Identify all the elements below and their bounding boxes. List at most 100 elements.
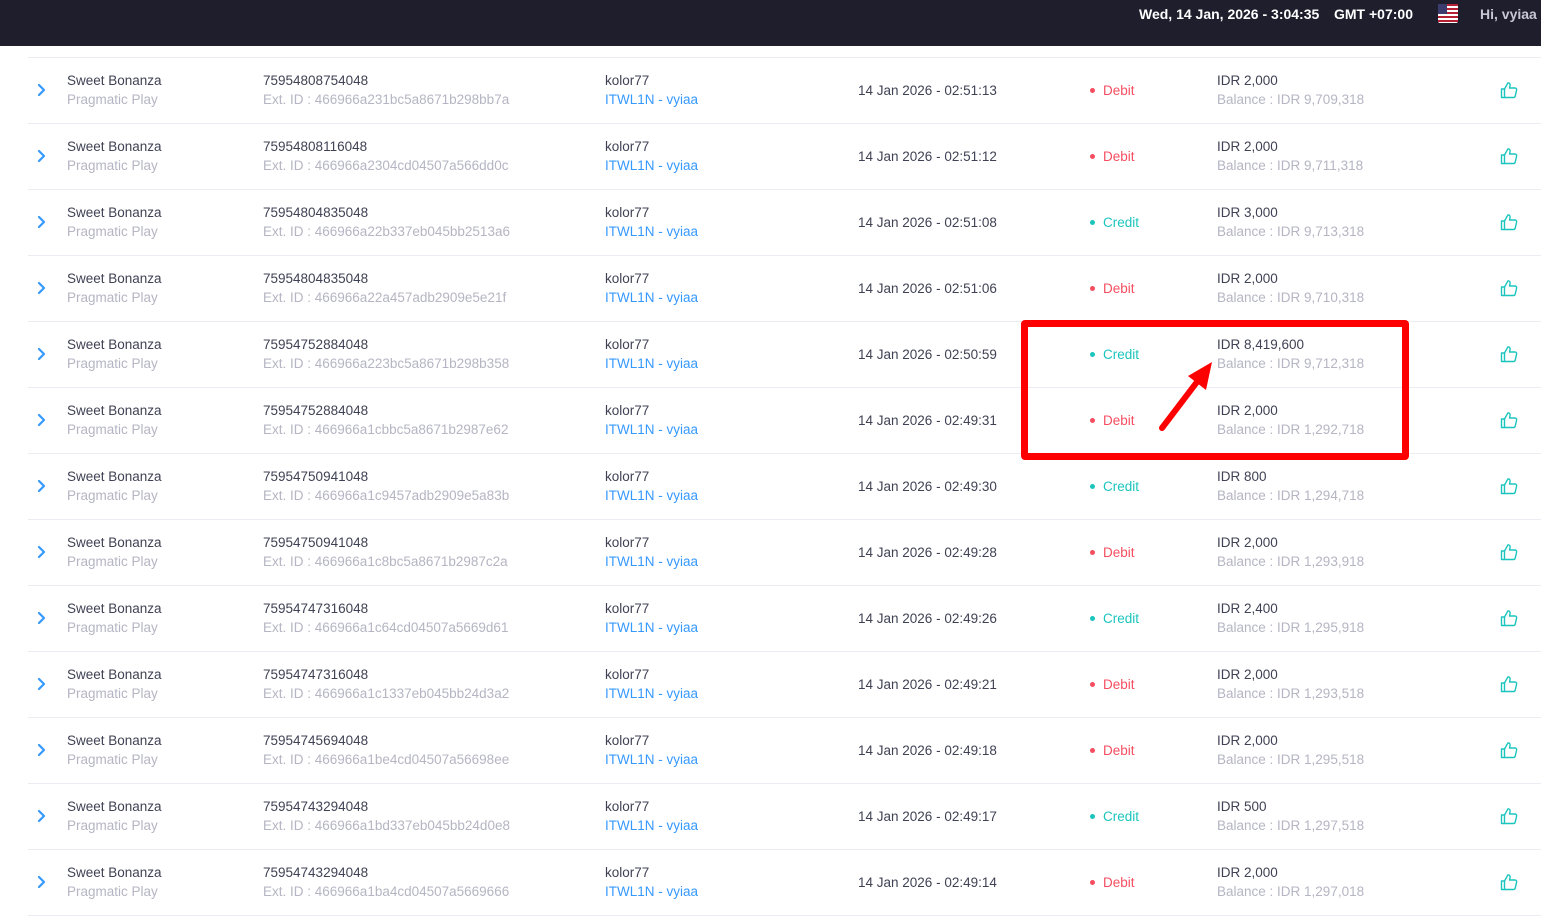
external-id: Ext. ID : 466966a2304cd04507a566dd0c (263, 158, 509, 173)
agent-link[interactable]: ITWL1N - vyiaa (605, 884, 698, 899)
transaction-type-label: Credit (1103, 611, 1140, 626)
transaction-id: 75954747316048 (263, 601, 369, 616)
thumbs-up-icon[interactable] (1500, 741, 1518, 759)
agent-link[interactable]: ITWL1N - vyiaa (605, 818, 698, 833)
player-username: kolor77 (605, 865, 650, 880)
transaction-date: 14 Jan 2026 - 02:49:28 (858, 545, 997, 560)
game-provider: Pragmatic Play (67, 686, 158, 701)
chevron-right-icon[interactable] (36, 413, 48, 427)
transaction-date: 14 Jan 2026 - 02:49:31 (858, 413, 997, 428)
chevron-right-icon[interactable] (36, 479, 48, 493)
agent-link[interactable]: ITWL1N - vyiaa (605, 422, 698, 437)
thumbs-up-icon[interactable] (1500, 81, 1518, 99)
balance-after: Balance : IDR 9,711,318 (1217, 158, 1364, 173)
game-provider: Pragmatic Play (67, 92, 158, 107)
thumbs-up-icon[interactable] (1500, 675, 1518, 693)
chevron-right-icon[interactable] (36, 545, 48, 559)
transactions-table: Sweet Bonanza Pragmatic Play 75954808754… (28, 57, 1541, 916)
game-name: Sweet Bonanza (67, 271, 162, 286)
status-dot (1090, 615, 1095, 621)
transaction-type-label: Debit (1103, 875, 1135, 890)
agent-link[interactable]: ITWL1N - vyiaa (605, 290, 698, 305)
transaction-type-label: Debit (1103, 677, 1135, 692)
table-row: Sweet Bonanza Pragmatic Play 75954745694… (28, 718, 1541, 784)
transaction-type: Credit (1090, 215, 1139, 230)
transaction-id: 75954747316048 (263, 667, 369, 682)
agent-link[interactable]: ITWL1N - vyiaa (605, 158, 698, 173)
table-row: Sweet Bonanza Pragmatic Play 75954750941… (28, 454, 1541, 520)
agent-link[interactable]: ITWL1N - vyiaa (605, 554, 698, 569)
agent-link[interactable]: ITWL1N - vyiaa (605, 620, 698, 635)
game-name: Sweet Bonanza (67, 799, 162, 814)
transaction-date: 14 Jan 2026 - 02:51:06 (858, 281, 997, 296)
transaction-type: Credit (1090, 611, 1139, 626)
external-id: Ext. ID : 466966a1c1337eb045bb24d3a2 (263, 686, 510, 701)
external-id: Ext. ID : 466966a1c64cd04507a5669d61 (263, 620, 509, 635)
agent-link[interactable]: ITWL1N - vyiaa (605, 356, 698, 371)
player-username: kolor77 (605, 733, 650, 748)
agent-link[interactable]: ITWL1N - vyiaa (605, 224, 698, 239)
thumbs-up-icon[interactable] (1500, 807, 1518, 825)
game-name: Sweet Bonanza (67, 403, 162, 418)
chevron-right-icon[interactable] (36, 611, 48, 625)
player-username: kolor77 (605, 205, 650, 220)
transaction-id: 75954804835048 (263, 205, 369, 220)
status-dot (1090, 879, 1095, 885)
transaction-type: Credit (1090, 479, 1139, 494)
thumbs-up-icon[interactable] (1500, 477, 1518, 495)
transaction-type-label: Debit (1103, 743, 1135, 758)
transaction-date: 14 Jan 2026 - 02:49:30 (858, 479, 997, 494)
agent-link[interactable]: ITWL1N - vyiaa (605, 752, 698, 767)
chevron-right-icon[interactable] (36, 875, 48, 889)
transaction-type-label: Debit (1103, 149, 1135, 164)
thumbs-up-icon[interactable] (1500, 411, 1518, 429)
chevron-right-icon[interactable] (36, 743, 48, 757)
chevron-right-icon[interactable] (36, 809, 48, 823)
thumbs-up-icon[interactable] (1500, 147, 1518, 165)
player-username: kolor77 (605, 403, 650, 418)
thumbs-up-icon[interactable] (1500, 543, 1518, 561)
table-row: Sweet Bonanza Pragmatic Play 75954804835… (28, 190, 1541, 256)
external-id: Ext. ID : 466966a1be4cd04507a56698ee (263, 752, 510, 767)
user-greeting[interactable]: Hi, vyiaa (1480, 6, 1537, 22)
balance-after: Balance : IDR 1,295,518 (1217, 752, 1365, 767)
agent-link[interactable]: ITWL1N - vyiaa (605, 92, 698, 107)
chevron-right-icon[interactable] (36, 215, 48, 229)
external-id: Ext. ID : 466966a223bc5a8671b298b358 (263, 356, 510, 371)
game-provider: Pragmatic Play (67, 356, 158, 371)
transaction-date: 14 Jan 2026 - 02:49:18 (858, 743, 997, 758)
thumbs-up-icon[interactable] (1500, 279, 1518, 297)
external-id: Ext. ID : 466966a1cbbc5a8671b2987e62 (263, 422, 509, 437)
chevron-right-icon[interactable] (36, 149, 48, 163)
transaction-id: 75954750941048 (263, 535, 369, 550)
balance-after: Balance : IDR 1,293,518 (1217, 686, 1365, 701)
transaction-type-label: Debit (1103, 83, 1135, 98)
chevron-right-icon[interactable] (36, 347, 48, 361)
chevron-right-icon[interactable] (36, 677, 48, 691)
transaction-type: Debit (1090, 545, 1135, 560)
status-dot (1090, 549, 1095, 555)
thumbs-up-icon[interactable] (1500, 345, 1518, 363)
transaction-id: 75954752884048 (263, 337, 369, 352)
chevron-right-icon[interactable] (36, 83, 48, 97)
thumbs-up-icon[interactable] (1500, 213, 1518, 231)
game-provider: Pragmatic Play (67, 158, 158, 173)
game-provider: Pragmatic Play (67, 488, 158, 503)
player-username: kolor77 (605, 667, 650, 682)
table-row: Sweet Bonanza Pragmatic Play 75954743294… (28, 850, 1541, 916)
header-timezone[interactable]: GMT +07:00 (1334, 6, 1413, 22)
thumbs-up-icon[interactable] (1500, 873, 1518, 891)
thumbs-up-icon[interactable] (1500, 609, 1518, 627)
transaction-amount: IDR 2,400 (1217, 601, 1278, 616)
us-flag-icon[interactable] (1438, 4, 1458, 23)
agent-link[interactable]: ITWL1N - vyiaa (605, 488, 698, 503)
transaction-type-label: Credit (1103, 809, 1140, 824)
transaction-amount: IDR 800 (1217, 469, 1267, 484)
chevron-right-icon[interactable] (36, 281, 48, 295)
agent-link[interactable]: ITWL1N - vyiaa (605, 686, 698, 701)
game-provider: Pragmatic Play (67, 752, 158, 767)
transaction-type: Credit (1090, 809, 1139, 824)
transaction-id: 75954743294048 (263, 799, 369, 814)
transaction-type: Debit (1090, 281, 1135, 296)
transaction-date: 14 Jan 2026 - 02:49:17 (858, 809, 997, 824)
